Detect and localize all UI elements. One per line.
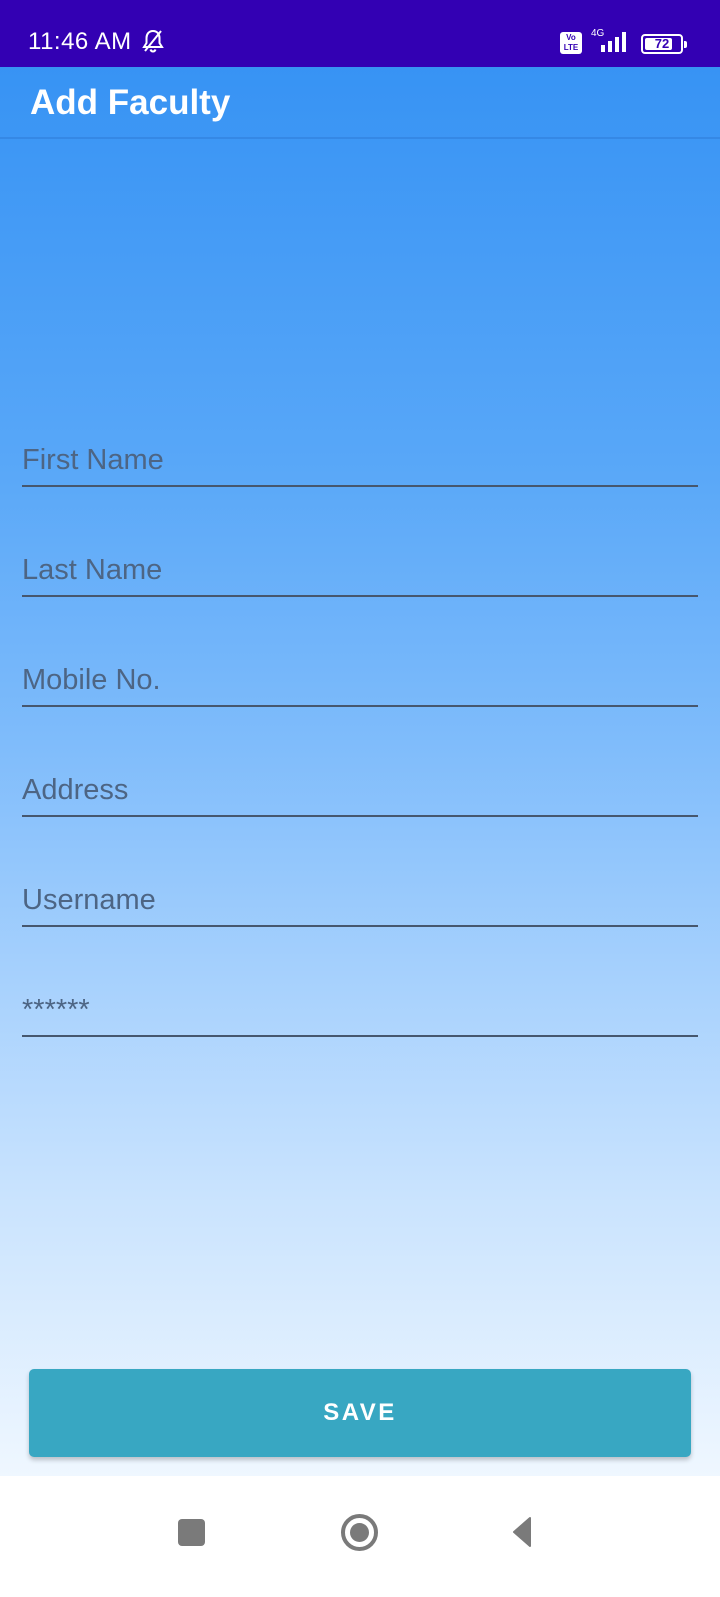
- battery-icon: 72: [641, 34, 687, 54]
- address-input[interactable]: [22, 774, 698, 807]
- last-name-field-wrapper: [22, 537, 698, 597]
- main-content: Add Faculty SAVE: [0, 67, 720, 1476]
- save-button[interactable]: SAVE: [29, 1369, 691, 1457]
- page-title: Add Faculty: [30, 83, 231, 122]
- bell-off-icon: [142, 29, 164, 58]
- password-field-wrapper: [22, 977, 698, 1037]
- mobile-input[interactable]: [22, 664, 698, 697]
- navigation-bar: [0, 1476, 720, 1597]
- app-bar: Add Faculty: [0, 67, 720, 139]
- username-field-wrapper: [22, 867, 698, 927]
- signal-icon: 4G: [588, 26, 634, 61]
- back-icon[interactable]: [512, 1516, 532, 1553]
- volte-icon: Vo LTE: [560, 32, 582, 54]
- last-name-input[interactable]: [22, 554, 698, 587]
- first-name-field-wrapper: [22, 427, 698, 487]
- address-field-wrapper: [22, 757, 698, 817]
- status-time: 11:46 AM: [28, 28, 132, 55]
- username-input[interactable]: [22, 884, 698, 917]
- first-name-input[interactable]: [22, 444, 698, 477]
- status-bar: 11:46 AM Vo LTE 4G 72: [0, 0, 720, 67]
- recents-icon[interactable]: [178, 1519, 205, 1546]
- password-input[interactable]: [22, 994, 698, 1027]
- network-type-label: 4G: [591, 28, 605, 39]
- mobile-field-wrapper: [22, 647, 698, 707]
- home-icon[interactable]: [341, 1514, 378, 1551]
- battery-level: 72: [654, 36, 670, 51]
